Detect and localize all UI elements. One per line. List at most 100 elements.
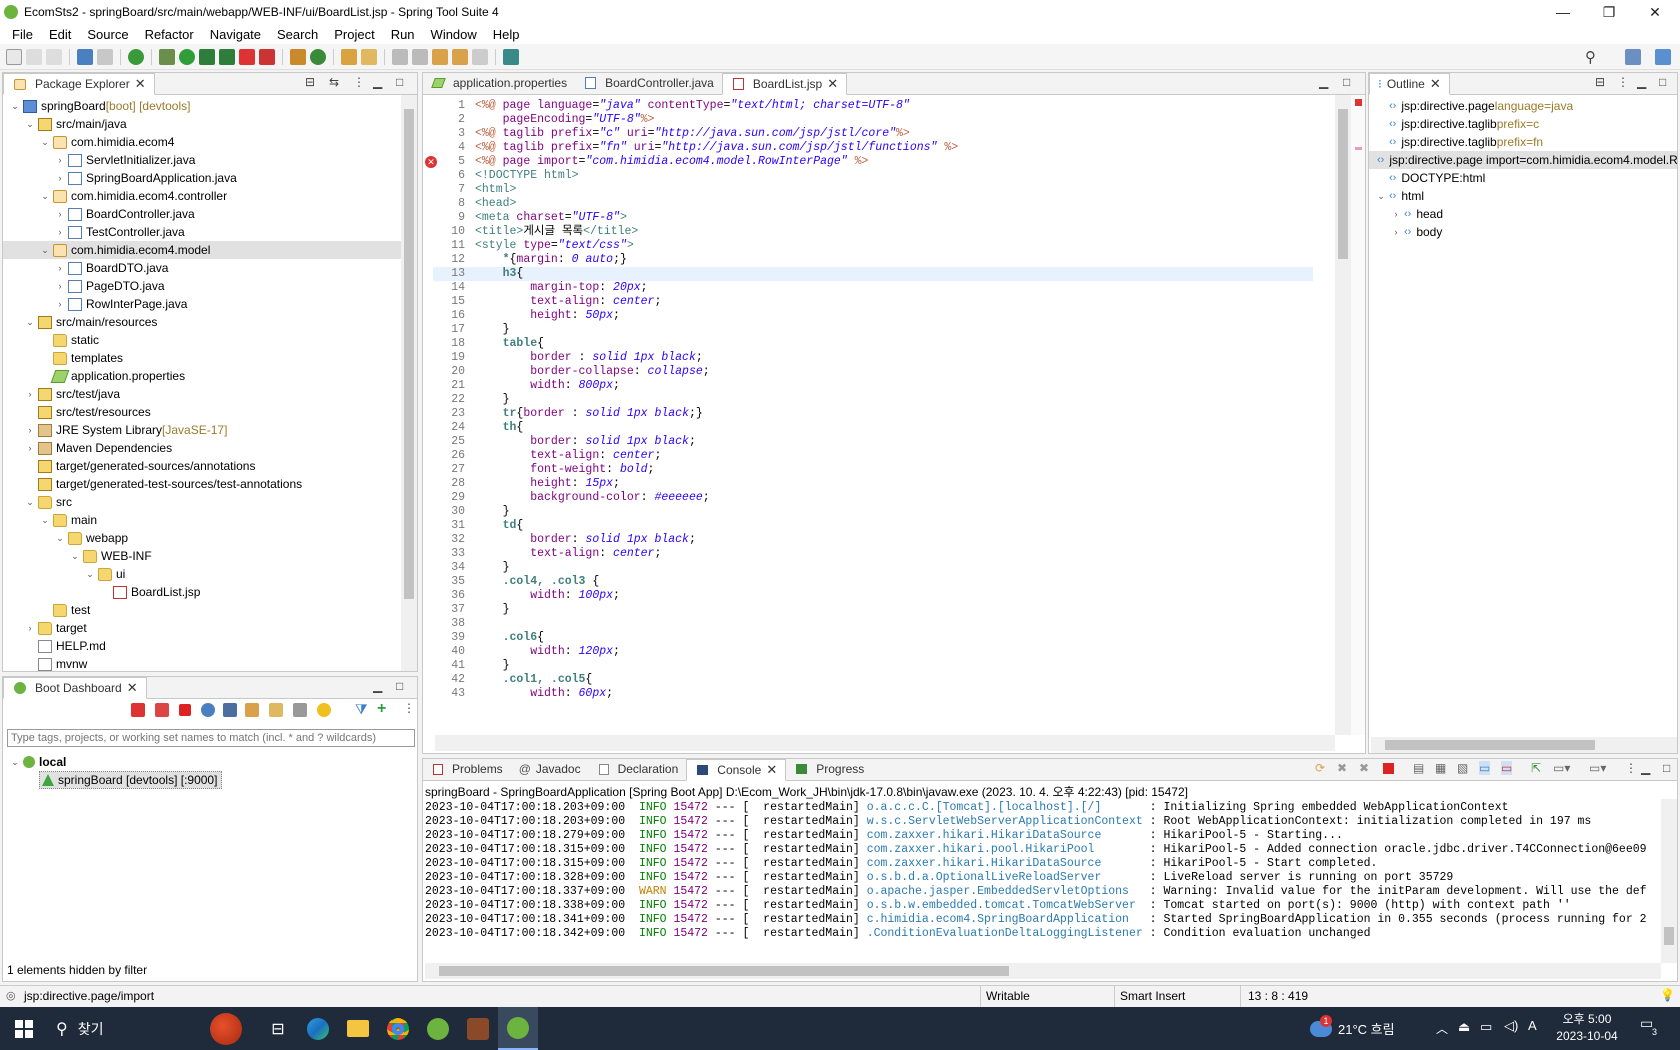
tree-item[interactable]: mvnw [3, 655, 417, 671]
open-console-icon[interactable] [223, 703, 237, 717]
chevron-down-icon[interactable]: ⌄ [39, 187, 51, 205]
edit-icon[interactable] [269, 703, 283, 717]
boot-dashboard-icon[interactable] [128, 48, 144, 65]
tab-board-controller[interactable]: BoardController.java [575, 73, 722, 94]
coverage-icon[interactable] [199, 48, 215, 65]
view-menu-icon[interactable]: ⋮ [353, 75, 365, 89]
tree-item[interactable]: › target [3, 619, 417, 637]
outline-item[interactable]: ‹› jsp:directive.page language=java [1369, 97, 1677, 115]
tab-outline[interactable]: ⁝ Outline ✕ [1369, 73, 1450, 95]
tab-javadoc[interactable]: @ Javadoc [511, 759, 589, 780]
tree-item[interactable]: › JRE System Library [JavaSE-17] [3, 421, 417, 439]
outline-hscrollbar[interactable] [1371, 737, 1677, 753]
minimize-view-icon[interactable]: ▁ [1637, 75, 1646, 89]
taskbar-search[interactable]: ⚲ 찾기 [48, 1007, 258, 1050]
chevron-down-icon[interactable]: ⌄ [24, 313, 36, 331]
tree-item[interactable]: › RowInterPage.java [3, 295, 417, 313]
chevron-right-icon[interactable]: › [54, 259, 66, 277]
console-scrollbar[interactable] [1661, 799, 1677, 963]
remove-all-icon[interactable]: ✖ [1359, 761, 1369, 775]
occurrence-marker[interactable] [1355, 147, 1362, 150]
show-stdout-icon[interactable]: ▭ [1479, 761, 1491, 775]
minimize-view-icon[interactable]: ▁ [1319, 75, 1328, 89]
chevron-up-icon[interactable]: ︿ [1436, 1020, 1448, 1037]
tab-board-list-jsp[interactable]: BoardList.jsp ✕ [721, 73, 848, 95]
close-icon[interactable]: ✕ [1430, 76, 1441, 92]
scroll-lock-icon[interactable]: ▦ [1435, 761, 1446, 775]
tree-item[interactable]: ⌄ springBoard [boot] [devtools] [3, 97, 417, 115]
chevron-down-icon[interactable]: ⌄ [54, 529, 66, 547]
debug-icon[interactable] [159, 48, 175, 65]
word-wrap-icon[interactable]: ▧ [1457, 761, 1468, 775]
start-button[interactable] [0, 1007, 48, 1050]
clear-console-icon[interactable]: ▤ [1413, 761, 1424, 775]
close-icon[interactable]: ✕ [127, 680, 138, 696]
sts-button-2[interactable] [498, 1007, 538, 1050]
start-icon[interactable] [131, 703, 145, 717]
minimize-button[interactable]: — [1540, 0, 1586, 24]
chevron-down-icon[interactable]: ⌄ [69, 547, 81, 565]
chevron-down-icon[interactable]: ⌄ [24, 493, 36, 511]
volume-icon[interactable]: ◁) [1504, 1018, 1518, 1034]
package-explorer-scrollbar[interactable] [401, 95, 417, 671]
chevron-down-icon[interactable]: ⌄ [39, 511, 51, 529]
close-button[interactable]: ✕ [1632, 0, 1678, 24]
maximize-view-icon[interactable]: □ [1663, 761, 1670, 775]
status-insert-mode[interactable]: Smart Insert [1120, 989, 1185, 1003]
scrollbar-thumb[interactable] [439, 966, 1009, 976]
save-all-icon[interactable] [46, 48, 62, 65]
tree-item[interactable]: ⌄ WEB-INF [3, 547, 417, 565]
usb-icon[interactable]: ⏏ [1458, 1019, 1470, 1035]
scrollbar-thumb[interactable] [1338, 109, 1348, 259]
outline-item[interactable]: ‹› DOCTYPE:html [1369, 169, 1677, 187]
run-icon[interactable] [179, 48, 195, 65]
console-output[interactable]: 2023-10-04T17:00:18.203+09:00 INFO 15472… [425, 801, 1659, 941]
java-perspective-icon[interactable] [1655, 49, 1671, 65]
open-console-dropdown-icon[interactable]: ▭▾ [1589, 761, 1606, 775]
network-icon[interactable]: ▭ [1480, 1019, 1492, 1035]
tree-item[interactable]: › BoardController.java [3, 205, 417, 223]
maximize-button[interactable]: ❐ [1586, 0, 1632, 24]
tree-item[interactable]: ⌄ src/main/resources [3, 313, 417, 331]
back-icon[interactable] [452, 48, 468, 65]
tree-item[interactable]: src/test/resources [3, 403, 417, 421]
tree-item[interactable]: target/generated-sources/annotations [3, 457, 417, 475]
tab-progress[interactable]: Progress [786, 759, 872, 780]
outline-item[interactable]: › ‹› head [1369, 205, 1677, 223]
stop-icon[interactable] [239, 48, 255, 65]
editor-scrollbar[interactable] [1335, 95, 1351, 735]
chevron-down-icon[interactable]: ⌄ [24, 115, 36, 133]
edge-button[interactable] [298, 1007, 338, 1050]
minimize-view-icon[interactable]: ▁ [373, 75, 382, 89]
new-class-icon[interactable] [310, 48, 326, 65]
chevron-right-icon[interactable]: › [54, 205, 66, 223]
bulb-icon[interactable]: 💡 [1660, 988, 1675, 1002]
close-icon[interactable]: ✕ [827, 76, 838, 92]
editor-hscrollbar[interactable] [435, 735, 1335, 751]
tree-item[interactable]: ⌄ com.himidia.ecom4 [3, 133, 417, 151]
chevron-down-icon[interactable]: ⌄ [1375, 187, 1387, 205]
boot-filter-input[interactable] [7, 729, 415, 747]
link-editor-icon[interactable]: ⇆ [329, 75, 339, 89]
chevron-right-icon[interactable]: › [24, 421, 36, 439]
tree-item[interactable]: BoardList.jsp [3, 583, 417, 601]
outline-item[interactable]: ‹› jsp:directive.page import=com.himidia.… [1369, 151, 1677, 169]
skip-breakpoints-icon[interactable] [97, 48, 113, 65]
tree-item[interactable]: › Maven Dependencies [3, 439, 417, 457]
outline-item[interactable]: ‹› jsp:directive.taglib prefix=c [1369, 115, 1677, 133]
tree-item[interactable]: › src/test/java [3, 385, 417, 403]
tree-item[interactable]: templates [3, 349, 417, 367]
tree-item[interactable]: static [3, 331, 417, 349]
menu-source[interactable]: Source [79, 27, 136, 42]
filter-icon[interactable]: ⧩ [355, 701, 368, 718]
menu-run[interactable]: Run [383, 27, 423, 42]
display-console-icon[interactable]: ▭▾ [1553, 761, 1570, 775]
chevron-right-icon[interactable]: › [54, 151, 66, 169]
bulb-icon[interactable] [317, 703, 331, 717]
code-area[interactable]: 1 <%@ page language="java" contentType="t… [433, 99, 1313, 701]
chevron-down-icon[interactable]: ⌄ [9, 97, 21, 115]
collapse-all-icon[interactable]: ⊟ [1595, 75, 1605, 89]
prev-annotation-icon[interactable] [412, 48, 428, 65]
maximize-view-icon[interactable]: □ [396, 75, 403, 89]
tree-item[interactable]: target/generated-test-sources/test-annot… [3, 475, 417, 493]
